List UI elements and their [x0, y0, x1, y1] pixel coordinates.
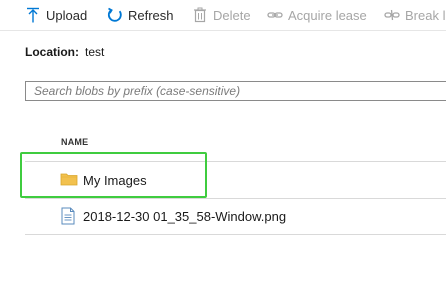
delete-label: Delete: [213, 7, 251, 23]
refresh-button[interactable]: Refresh: [107, 5, 174, 25]
command-bar: Upload Refresh Delete Acquire lease Brea…: [0, 0, 446, 31]
location-label: Location:: [25, 45, 79, 59]
location-value: test: [85, 45, 105, 59]
acquire-lease-button[interactable]: Acquire lease: [267, 5, 367, 25]
broken-link-icon: [384, 7, 400, 23]
trash-icon: [192, 7, 208, 23]
divider: [25, 234, 446, 235]
search-input[interactable]: [26, 82, 446, 100]
file-icon: [60, 207, 76, 230]
file-name: 2018-12-30 01_35_58-Window.png: [83, 209, 287, 224]
column-header-name[interactable]: NAME: [61, 137, 88, 147]
upload-button[interactable]: Upload: [25, 5, 87, 25]
upload-label: Upload: [46, 7, 88, 23]
search-box: [25, 81, 446, 101]
refresh-icon: [107, 7, 123, 23]
location-line: Location: test: [25, 45, 104, 59]
refresh-label: Refresh: [128, 7, 174, 23]
delete-button[interactable]: Delete: [192, 5, 251, 25]
acquire-lease-label: Acquire lease: [288, 7, 367, 23]
selection-highlight: [20, 152, 207, 198]
break-lease-button[interactable]: Break l: [384, 5, 445, 25]
upload-icon: [25, 7, 41, 23]
break-lease-label: Break l: [405, 7, 446, 23]
link-icon: [267, 7, 283, 23]
table-row-file[interactable]: 2018-12-30 01_35_58-Window.png: [25, 199, 446, 234]
